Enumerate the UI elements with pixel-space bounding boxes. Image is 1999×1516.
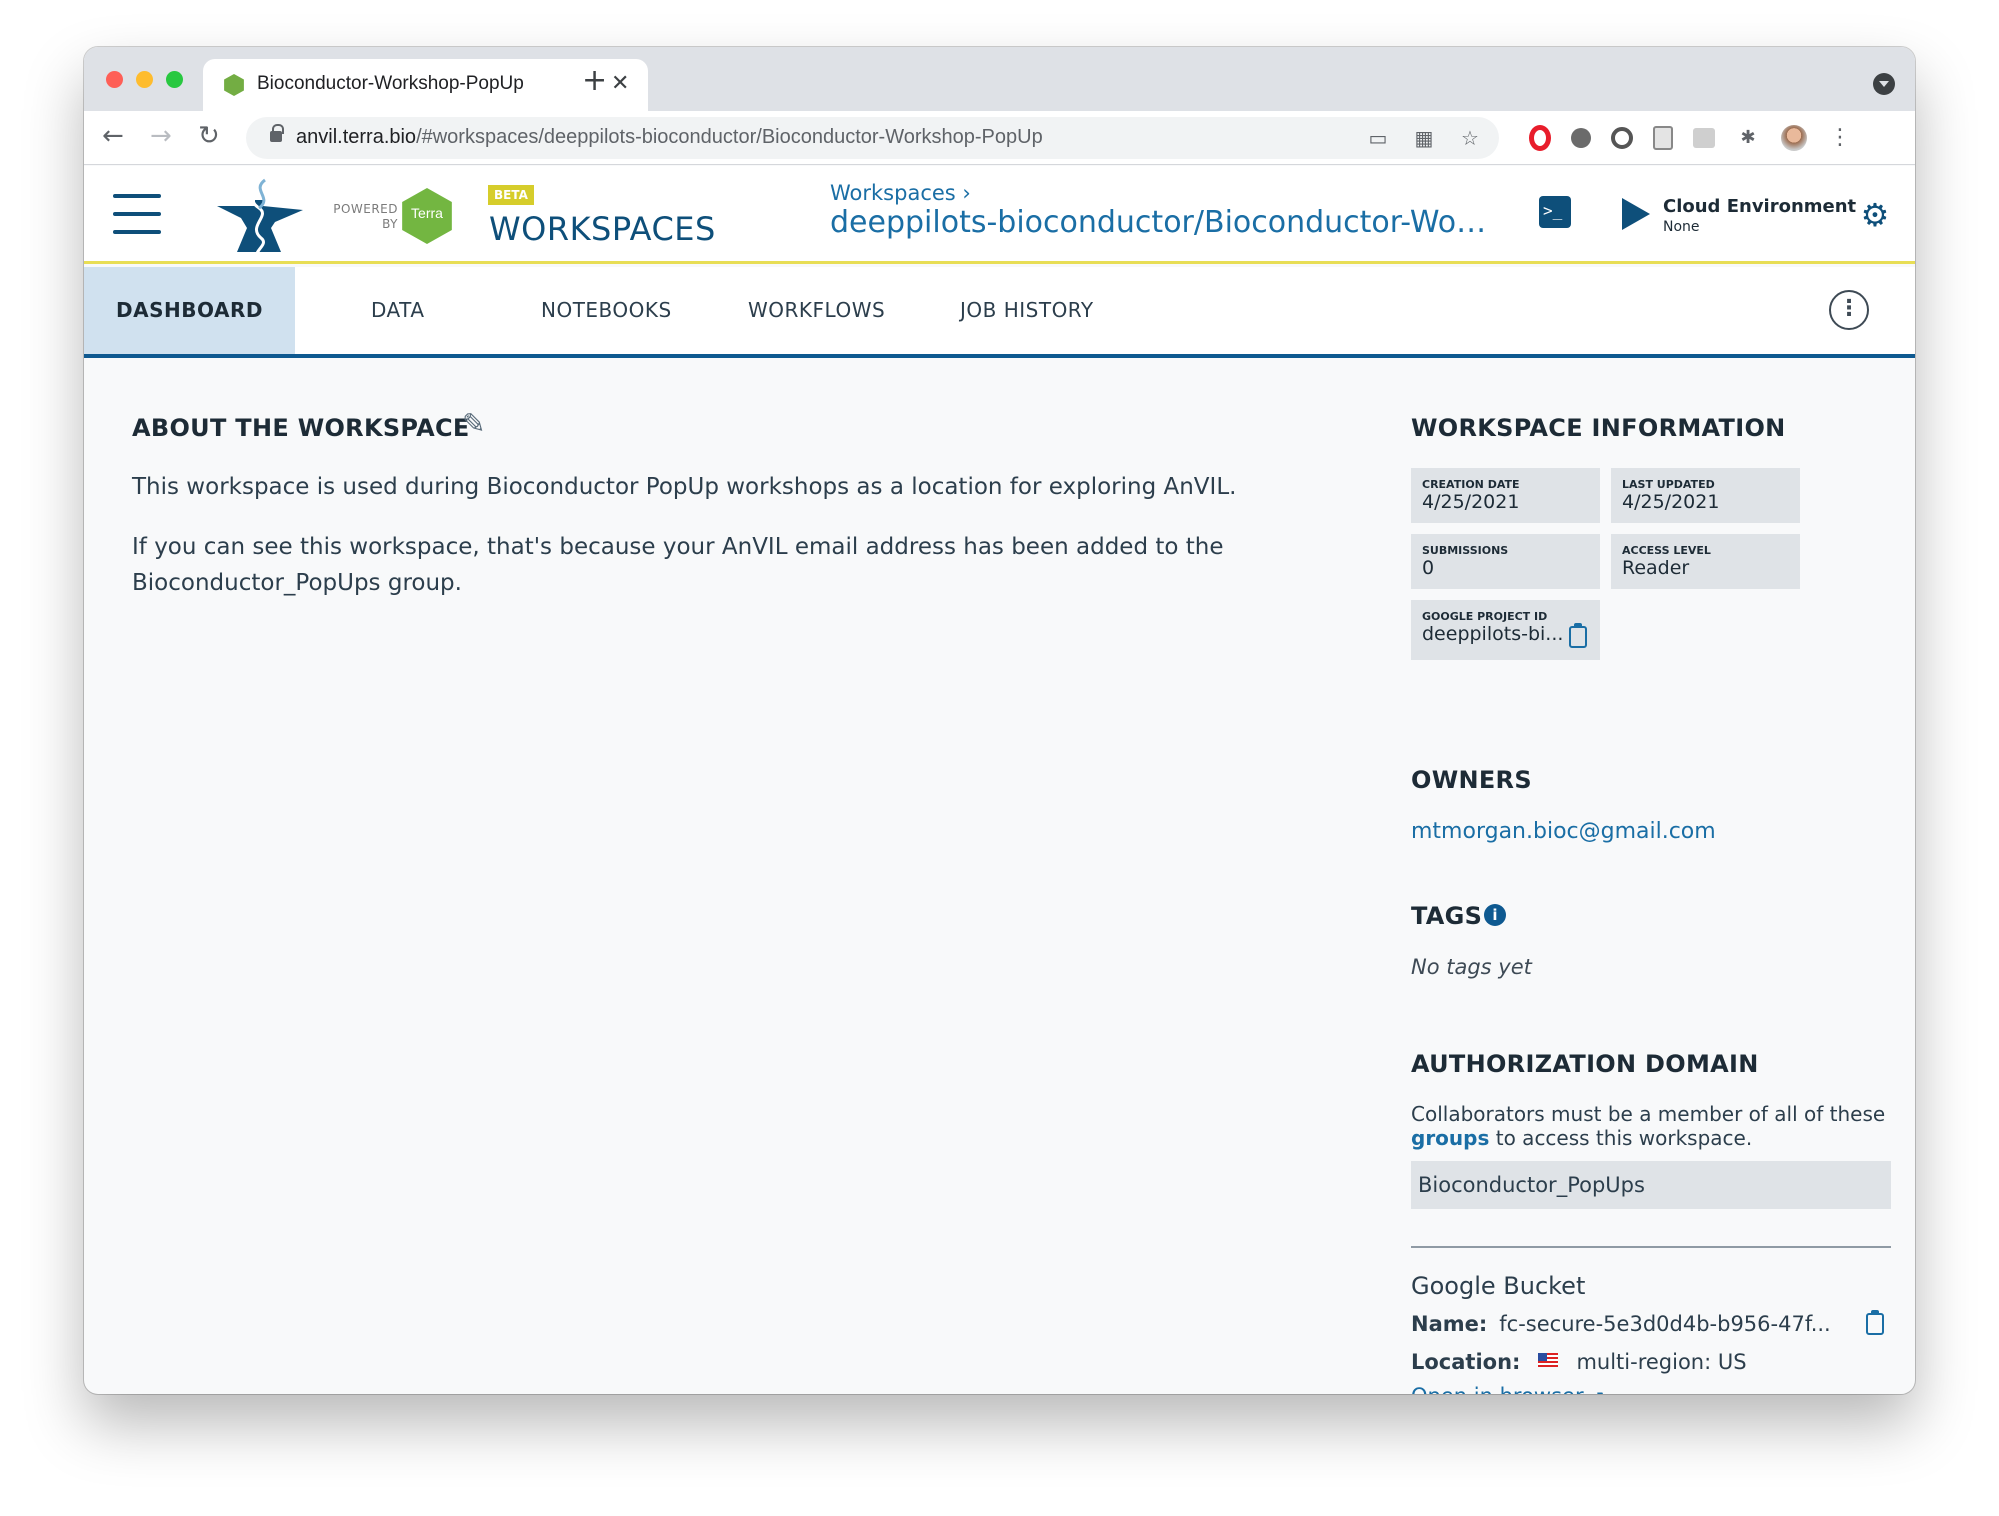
extension-icon[interactable] (1611, 127, 1633, 149)
project-id-card: GOOGLE PROJECT ID deeppilots-bi... (1411, 600, 1600, 660)
submissions-value: 0 (1422, 557, 1435, 579)
tags-title: TAGS (1411, 902, 1483, 930)
creation-date-card: CREATION DATE 4/25/2021 (1411, 468, 1600, 523)
tab-data[interactable]: DATA (371, 267, 425, 354)
minimize-window-button[interactable] (136, 71, 153, 88)
cast-icon[interactable]: ▭ (1367, 127, 1389, 149)
copy-clipboard-icon[interactable] (1866, 1310, 1884, 1335)
edit-pencil-icon[interactable]: ✎ (462, 410, 490, 438)
auth-domain-title: AUTHORIZATION DOMAIN (1411, 1050, 1759, 1078)
more-options-icon[interactable]: ⋮ (1829, 290, 1869, 330)
external-link-icon: ↗ (1590, 1387, 1605, 1394)
gear-icon[interactable]: ⚙ (1860, 199, 1890, 231)
zoom-window-button[interactable] (166, 71, 183, 88)
groups-link[interactable]: groups (1411, 1126, 1489, 1150)
url-text[interactable]: anvil.terra.bio/#workspaces/deeppilots-b… (296, 126, 1043, 149)
workspace-info-title: WORKSPACE INFORMATION (1411, 414, 1786, 442)
about-paragraph: If you can see this workspace, that's be… (132, 534, 1224, 596)
bucket-name-value: fc-secure-5e3d0d4b-b956-47f... (1499, 1312, 1831, 1336)
hamburger-menu-icon[interactable] (113, 194, 161, 234)
browser-menu-icon[interactable]: ⋮ (1827, 125, 1853, 151)
browser-tab-title: Bioconductor-Workshop-PopUp (257, 73, 524, 94)
terminal-icon[interactable]: >_ (1539, 196, 1571, 228)
lock-icon[interactable] (270, 124, 284, 142)
beta-badge: BETA (488, 185, 534, 205)
google-bucket-title: Google Bucket (1411, 1272, 1586, 1300)
last-updated-card: LAST UPDATED 4/25/2021 (1611, 468, 1800, 523)
browser-tabstrip: Bioconductor-Workshop-PopUp ✕ + (84, 47, 1915, 111)
auth-group-chip: Bioconductor_PopUps (1411, 1161, 1891, 1209)
back-arrow-icon[interactable]: ← (102, 121, 124, 151)
copy-clipboard-icon[interactable] (1569, 623, 1587, 648)
browser-window: Bioconductor-Workshop-PopUp ✕ + ← → ↻ an… (84, 47, 1915, 1394)
no-tags-text: No tags yet (1411, 955, 1532, 979)
access-level-value: Reader (1622, 557, 1690, 579)
owners-title: OWNERS (1411, 766, 1532, 794)
about-paragraph: This workspace is used during Bioconduct… (132, 474, 1237, 500)
reload-icon[interactable]: ↻ (198, 121, 220, 151)
reader-extension-icon[interactable] (1693, 128, 1715, 148)
access-level-card: ACCESS LEVEL Reader (1611, 534, 1800, 589)
about-title: ABOUT THE WORKSPACE (132, 414, 470, 442)
workspace-tabs: DASHBOARD DATA NOTEBOOKS WORKFLOWS JOB H… (84, 267, 1915, 358)
tab-workflows[interactable]: WORKFLOWS (748, 267, 885, 354)
auth-domain-description: Collaborators must be a member of all of… (1411, 1102, 1886, 1150)
extension-icon[interactable] (1571, 128, 1591, 148)
close-window-button[interactable] (106, 71, 123, 88)
powered-by-label: POWERED BY (333, 202, 398, 231)
cloud-environment-status: None (1663, 219, 1700, 235)
play-icon[interactable] (1622, 198, 1650, 230)
project-id-label: GOOGLE PROJECT ID (1422, 610, 1548, 623)
address-bar[interactable]: anvil.terra.bio/#workspaces/deeppilots-b… (246, 117, 1499, 159)
cloud-environment-title[interactable]: Cloud Environment (1663, 196, 1856, 217)
divider (1411, 1246, 1891, 1248)
bucket-location-label: Location: (1411, 1350, 1521, 1374)
submissions-card: SUBMISSIONS 0 (1411, 534, 1600, 589)
browser-toolbar: ← → ↻ anvil.terra.bio/#workspaces/deeppi… (84, 111, 1915, 165)
access-level-label: ACCESS LEVEL (1622, 544, 1711, 557)
profile-avatar[interactable] (1781, 125, 1807, 151)
close-tab-icon[interactable]: ✕ (611, 71, 629, 96)
us-flag-icon (1538, 1353, 1559, 1367)
tab-notebooks[interactable]: NOTEBOOKS (541, 267, 672, 354)
document-extension-icon[interactable] (1653, 126, 1673, 150)
bucket-location-value: multi-region: US (1576, 1350, 1747, 1374)
tab-search-icon[interactable] (1873, 73, 1895, 95)
creation-date-value: 4/25/2021 (1422, 491, 1520, 513)
owner-email-link[interactable]: mtmorgan.bioc@gmail.com (1411, 819, 1716, 844)
qr-code-icon[interactable]: ▦ (1413, 127, 1435, 149)
app-header: POWERED BY Terra BETA WORKSPACES Workspa… (84, 166, 1915, 264)
breadcrumb-workspaces-link[interactable]: Workspaces › (830, 181, 971, 205)
opera-extension-icon[interactable] (1529, 125, 1551, 151)
bookmark-star-icon[interactable]: ☆ (1459, 127, 1481, 149)
app-name[interactable]: WORKSPACES (489, 210, 716, 248)
tab-job-history[interactable]: JOB HISTORY (960, 267, 1094, 354)
new-tab-button[interactable]: + (582, 66, 607, 96)
bucket-name-row: Name: fc-secure-5e3d0d4b-b956-47f... (1411, 1312, 1831, 1336)
puzzle-extensions-icon[interactable]: ✱ (1735, 125, 1761, 151)
breadcrumb-current-workspace: deeppilots-bioconductor/Bioconductor-Wor… (830, 205, 1490, 240)
forward-arrow-icon[interactable]: → (150, 121, 172, 151)
anvil-logo[interactable] (211, 176, 307, 258)
terra-logo-text: Terra (411, 205, 443, 221)
info-icon[interactable]: i (1484, 904, 1506, 926)
tab-dashboard[interactable]: DASHBOARD (84, 267, 295, 354)
last-updated-label: LAST UPDATED (1622, 478, 1715, 491)
open-in-browser-link[interactable]: Open in browser ↗ (1411, 1384, 1605, 1394)
terra-favicon-icon (224, 74, 244, 96)
creation-date-label: CREATION DATE (1422, 478, 1520, 491)
last-updated-value: 4/25/2021 (1622, 491, 1720, 513)
bucket-name-label: Name: (1411, 1312, 1488, 1336)
bucket-location-row: Location: multi-region: US (1411, 1350, 1747, 1374)
project-id-value: deeppilots-bi... (1422, 623, 1564, 645)
submissions-label: SUBMISSIONS (1422, 544, 1509, 557)
